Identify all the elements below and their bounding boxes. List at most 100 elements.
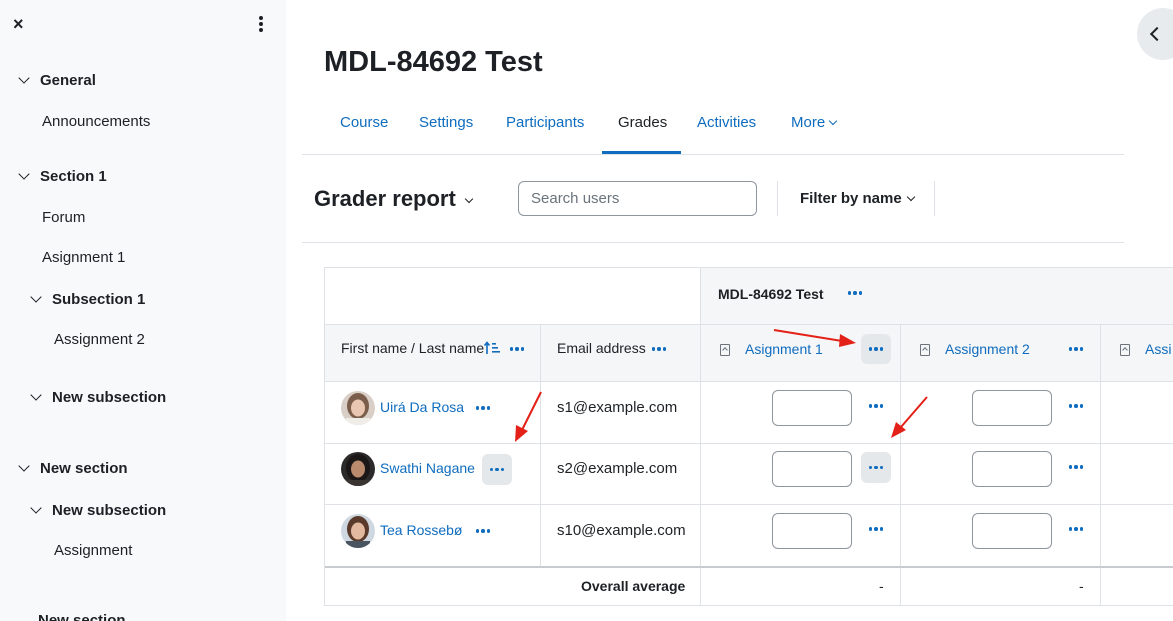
col-header-assignment-2[interactable]: Assignment 2 — [945, 341, 1030, 357]
divider — [777, 181, 778, 216]
student-name-link[interactable]: Swathi Nagane — [380, 460, 475, 476]
grade-input[interactable] — [972, 390, 1052, 426]
sidebar-item-label: General — [40, 72, 96, 89]
tab-activities[interactable]: Activities — [697, 114, 756, 131]
chevron-down-icon — [30, 389, 42, 401]
category-name: MDL-84692 Test — [718, 286, 824, 302]
chevron-down-icon — [828, 116, 838, 126]
divider — [325, 566, 1173, 568]
sidebar-item-asignment-1[interactable]: Asignment 1 — [42, 249, 125, 266]
overall-average-value: - — [1079, 578, 1084, 594]
sidebar-item-announcements[interactable]: Announcements — [42, 113, 150, 130]
grade-cell-actions-menu[interactable] — [1061, 453, 1091, 481]
sidebar-item-label: Subsection 1 — [52, 291, 146, 308]
assignment-1-actions-menu[interactable] — [861, 334, 891, 364]
name-column-actions-menu[interactable] — [502, 335, 532, 363]
divider — [934, 181, 935, 216]
grade-input[interactable] — [772, 513, 852, 549]
sidebar-item-assignment[interactable]: Assignment — [54, 542, 132, 559]
avatar — [341, 452, 375, 486]
student-email: s10@example.com — [557, 522, 686, 539]
drawer-options-icon[interactable] — [255, 15, 267, 35]
open-block-drawer-button[interactable] — [1137, 8, 1173, 60]
grade-cell-actions-menu[interactable] — [1061, 392, 1091, 420]
tab-grades[interactable]: Grades — [618, 114, 667, 131]
annotation-arrow — [773, 329, 856, 347]
student-email: s1@example.com — [557, 399, 678, 416]
annotation-arrow — [891, 396, 928, 438]
col-header-email: Email address — [557, 340, 646, 356]
annotation-arrow — [515, 391, 542, 442]
col-header-assignment-3[interactable]: Assi — [1145, 341, 1171, 357]
course-index-drawer: × General Announcements Section 1 Forum … — [0, 0, 286, 621]
divider — [1100, 324, 1101, 605]
sidebar-item-label: New section — [40, 460, 128, 477]
sidebar-item-label: New subsection — [52, 389, 167, 406]
assignment-icon — [720, 344, 730, 356]
divider — [325, 443, 1173, 444]
sidebar-new-section-2[interactable]: New section — [38, 612, 126, 621]
divider — [325, 504, 1173, 505]
overall-average-value: - — [879, 578, 884, 594]
report-selector[interactable]: Grader report — [314, 186, 474, 212]
assignment-icon — [920, 344, 930, 356]
sidebar-section-1[interactable]: Section 1 — [18, 168, 107, 185]
assignment-icon — [1120, 344, 1130, 356]
report-title: Grader report — [314, 186, 456, 211]
sidebar-subsection-1[interactable]: Subsection 1 — [30, 291, 146, 308]
category-actions-menu[interactable] — [840, 279, 870, 307]
email-column-actions-menu[interactable] — [644, 335, 674, 363]
student-actions-menu[interactable] — [468, 517, 498, 545]
tab-settings[interactable]: Settings — [419, 114, 473, 131]
student-name-link[interactable]: Uirá Da Rosa — [380, 399, 464, 415]
sidebar-new-section[interactable]: New section — [18, 460, 128, 477]
chevron-down-icon — [18, 72, 30, 84]
page-title: MDL-84692 Test — [324, 46, 543, 78]
chevron-down-icon — [30, 502, 42, 514]
sidebar-new-subsection-2[interactable]: New subsection — [30, 502, 167, 519]
sidebar-new-subsection[interactable]: New subsection — [30, 389, 167, 406]
assignment-2-actions-menu[interactable] — [1061, 335, 1091, 363]
chevron-down-icon — [30, 291, 42, 303]
grade-cell-actions-menu[interactable] — [1061, 515, 1091, 543]
col-header-name[interactable]: First name / Last name — [341, 340, 484, 356]
sidebar-section-general[interactable]: General — [18, 72, 96, 89]
divider — [900, 324, 901, 605]
grade-input[interactable] — [772, 451, 852, 487]
chevron-down-icon — [18, 168, 30, 180]
chevron-down-icon — [18, 460, 30, 472]
active-tab-indicator — [602, 151, 681, 154]
divider — [302, 242, 1124, 243]
close-drawer-icon[interactable]: × — [13, 15, 29, 33]
tab-more-label: More — [791, 114, 826, 131]
grade-input[interactable] — [772, 390, 852, 426]
tab-participants[interactable]: Participants — [506, 114, 584, 131]
grade-input[interactable] — [972, 451, 1052, 487]
student-email: s2@example.com — [557, 460, 678, 477]
filter-label: Filter by name — [800, 190, 902, 207]
divider — [325, 324, 1173, 325]
student-actions-menu[interactable] — [468, 394, 498, 422]
filter-by-name-dropdown[interactable]: Filter by name — [800, 190, 915, 207]
student-actions-menu[interactable] — [482, 454, 512, 485]
chevron-down-icon — [906, 192, 915, 202]
grade-cell-actions-menu[interactable] — [861, 515, 891, 543]
search-users-input[interactable] — [518, 181, 757, 216]
sort-ascending-icon[interactable] — [484, 341, 500, 355]
student-name-link[interactable]: Tea Rossebø — [380, 522, 462, 538]
chevron-left-icon — [1149, 26, 1165, 42]
grade-cell-actions-menu[interactable] — [861, 452, 891, 483]
tab-more[interactable]: More — [791, 114, 838, 131]
overall-average-label: Overall average — [581, 578, 686, 594]
divider — [325, 381, 1173, 382]
sidebar-item-assignment-2[interactable]: Assignment 2 — [54, 331, 145, 348]
secondary-navigation: Course Settings Participants Grades Acti… — [302, 106, 1124, 155]
avatar — [341, 514, 375, 548]
chevron-down-icon — [464, 194, 474, 204]
sidebar-item-forum[interactable]: Forum — [42, 209, 85, 226]
sidebar-item-label: Section 1 — [40, 168, 107, 185]
tab-course[interactable]: Course — [340, 114, 388, 131]
sidebar-item-label: New subsection — [52, 502, 167, 519]
grade-input[interactable] — [972, 513, 1052, 549]
divider — [700, 268, 701, 605]
